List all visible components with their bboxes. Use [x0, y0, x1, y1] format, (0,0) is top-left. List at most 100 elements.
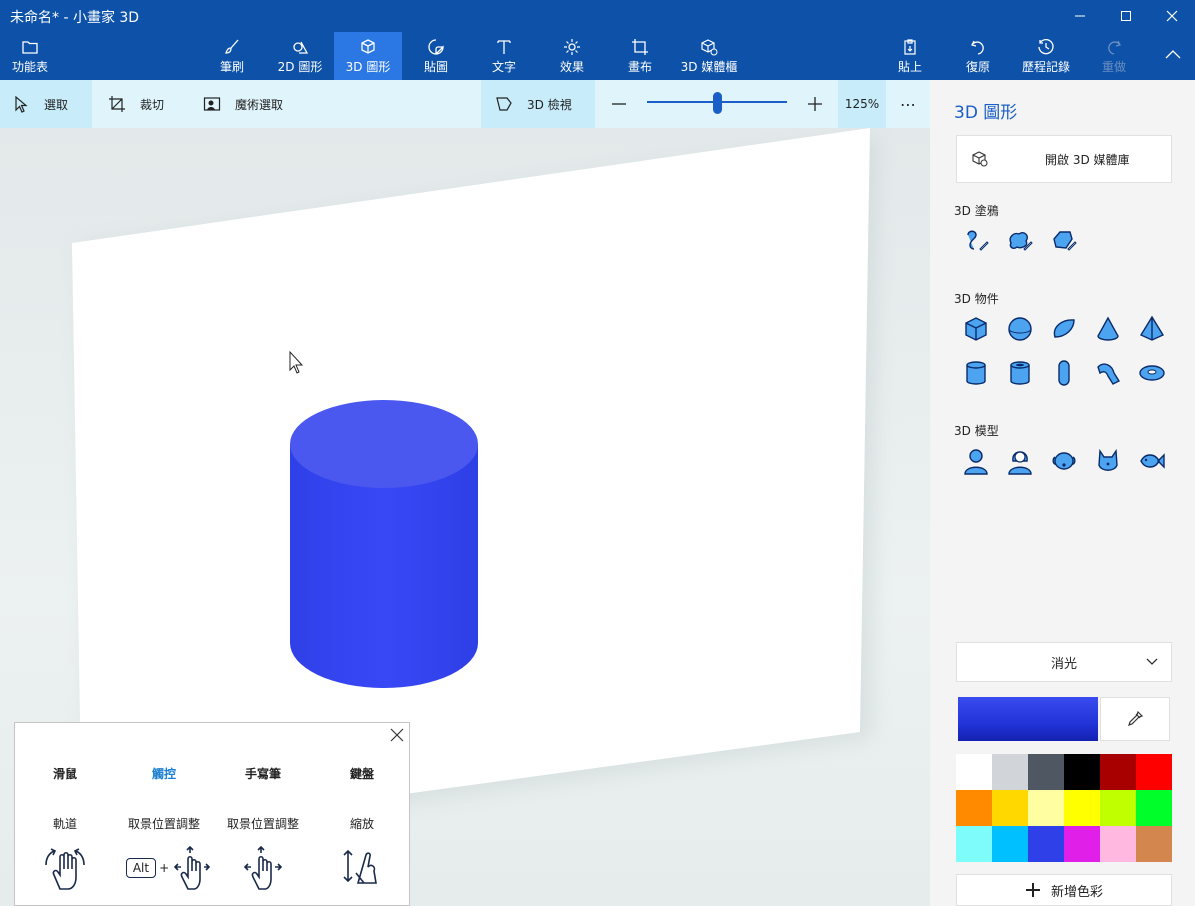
- palette-swatch[interactable]: [1028, 826, 1064, 862]
- palette-swatch[interactable]: [956, 790, 992, 826]
- minimize-button[interactable]: [1057, 0, 1103, 32]
- collapse-ribbon-button[interactable]: [1150, 32, 1195, 80]
- palette-swatch[interactable]: [1064, 826, 1100, 862]
- alt-key: Alt: [125, 858, 157, 878]
- chevron-up-icon: [1165, 50, 1180, 59]
- cube-icon[interactable]: [960, 313, 992, 345]
- palette-swatch[interactable]: [1028, 754, 1064, 790]
- palette-swatch[interactable]: [956, 826, 992, 862]
- magic-select-tool[interactable]: 魔術選取: [203, 80, 323, 128]
- crop-tool[interactable]: 裁切: [108, 80, 188, 128]
- cat-model-icon[interactable]: [1092, 445, 1124, 477]
- zoom-in-button[interactable]: [806, 80, 824, 128]
- tab-2d-shapes[interactable]: 2D 圖形: [270, 32, 330, 80]
- close-icon[interactable]: [389, 727, 405, 743]
- palette-swatch[interactable]: [956, 754, 992, 790]
- redo-icon: [1108, 40, 1121, 55]
- palette-swatch[interactable]: [1100, 826, 1136, 862]
- man-model-icon[interactable]: [960, 445, 992, 477]
- tab-canvas[interactable]: 畫布: [620, 32, 660, 80]
- eyedropper-button[interactable]: [1100, 697, 1170, 741]
- action-orbit: 軌道: [52, 817, 77, 831]
- cone-icon[interactable]: [1092, 313, 1124, 345]
- current-color-swatch[interactable]: [958, 697, 1098, 741]
- window-title: 未命名* - 小畫家 3D: [10, 10, 140, 26]
- cylinder-3d-object[interactable]: [290, 400, 478, 688]
- menu-label: 功能表: [11, 59, 48, 74]
- undo-label: 復原: [965, 59, 990, 74]
- pyramid-icon[interactable]: [1136, 313, 1168, 345]
- help-tab-touch[interactable]: 觸控: [114, 765, 214, 782]
- menu-button[interactable]: 功能表: [0, 32, 60, 80]
- stickers-icon: [428, 38, 444, 55]
- hemisphere-icon[interactable]: [1048, 313, 1080, 345]
- redo-label: 重做: [1101, 59, 1126, 74]
- models-label: 3D 模型: [954, 424, 999, 438]
- palette-swatch[interactable]: [1028, 790, 1064, 826]
- palette-swatch[interactable]: [992, 826, 1028, 862]
- sharp-doodle-icon[interactable]: [960, 225, 992, 257]
- palette-swatch[interactable]: [1100, 790, 1136, 826]
- select-tool[interactable]: 選取: [0, 80, 92, 128]
- capsule-icon[interactable]: [1048, 357, 1080, 389]
- zoom-slider-thumb[interactable]: [712, 92, 722, 114]
- folder-icon: [22, 40, 38, 54]
- effects-icon: [564, 38, 580, 55]
- plus-icon: [808, 97, 822, 111]
- add-color-button[interactable]: 新增色彩: [956, 874, 1172, 906]
- close-button[interactable]: [1149, 0, 1195, 32]
- redo-button[interactable]: 重做: [1094, 32, 1134, 80]
- finish-value: 消光: [1050, 656, 1077, 672]
- history-button[interactable]: 歷程記錄: [1016, 32, 1076, 80]
- maximize-button[interactable]: [1103, 0, 1149, 32]
- help-tab-mouse[interactable]: 滑鼠: [15, 765, 115, 782]
- canvas-icon: [632, 38, 648, 55]
- tab-stickers[interactable]: 貼圖: [416, 32, 456, 80]
- brush-icon: [225, 39, 239, 54]
- donut-icon[interactable]: [1136, 357, 1168, 389]
- palette-swatch[interactable]: [1136, 754, 1172, 790]
- help-tab-keyboard[interactable]: 鍵盤: [312, 765, 412, 782]
- doodle-label: 3D 塗鴉: [954, 204, 999, 218]
- more-button[interactable]: ⋯: [894, 80, 922, 128]
- crop-icon: [109, 96, 125, 112]
- paste-button[interactable]: 貼上: [890, 32, 930, 80]
- soft-doodle-icon[interactable]: [1004, 225, 1036, 257]
- palette-swatch[interactable]: [1100, 754, 1136, 790]
- palette-swatch[interactable]: [1136, 790, 1172, 826]
- paste-icon: [904, 38, 916, 55]
- close-icon: [1166, 10, 1178, 22]
- 3d-view-label: 3D 檢視: [527, 97, 572, 112]
- pointer-icon: [15, 95, 28, 113]
- tab-3d-library[interactable]: 3D 媒體櫃: [676, 32, 742, 80]
- pan-gesture-icon: [174, 845, 211, 890]
- palette-swatch[interactable]: [992, 790, 1028, 826]
- tube-icon[interactable]: [1004, 357, 1036, 389]
- finish-dropdown[interactable]: 消光: [956, 642, 1172, 682]
- 3d-view-toggle[interactable]: 3D 檢視: [481, 80, 595, 128]
- cylinder-icon[interactable]: [960, 357, 992, 389]
- tab-text[interactable]: 文字: [484, 32, 524, 80]
- magic-select-icon: [203, 97, 221, 111]
- open-3d-library-button[interactable]: 開啟 3D 媒體庫: [956, 135, 1172, 183]
- palette-swatch[interactable]: [1136, 826, 1172, 862]
- tube-doodle-icon[interactable]: [1048, 225, 1080, 257]
- curved-tube-icon[interactable]: [1092, 357, 1124, 389]
- palette-swatch[interactable]: [1064, 754, 1100, 790]
- palette-swatch[interactable]: [992, 754, 1028, 790]
- sphere-icon[interactable]: [1004, 313, 1036, 345]
- woman-model-icon[interactable]: [1004, 445, 1036, 477]
- orbit-gesture-icon: [15, 843, 115, 893]
- maximize-icon: [1121, 11, 1131, 21]
- tab-effects[interactable]: 效果: [552, 32, 592, 80]
- help-tab-pen[interactable]: 手寫筆: [213, 765, 313, 782]
- tab-3d-shapes[interactable]: 3D 圖形: [334, 32, 402, 80]
- history-icon: [1038, 38, 1054, 54]
- zoom-out-button[interactable]: [610, 80, 628, 128]
- tab-brushes[interactable]: 筆刷: [212, 32, 252, 80]
- palette-swatch[interactable]: [1064, 790, 1100, 826]
- dog-model-icon[interactable]: [1048, 445, 1080, 477]
- undo-button[interactable]: 復原: [958, 32, 998, 80]
- fish-model-icon[interactable]: [1136, 445, 1168, 477]
- chevron-down-icon: [1146, 658, 1158, 665]
